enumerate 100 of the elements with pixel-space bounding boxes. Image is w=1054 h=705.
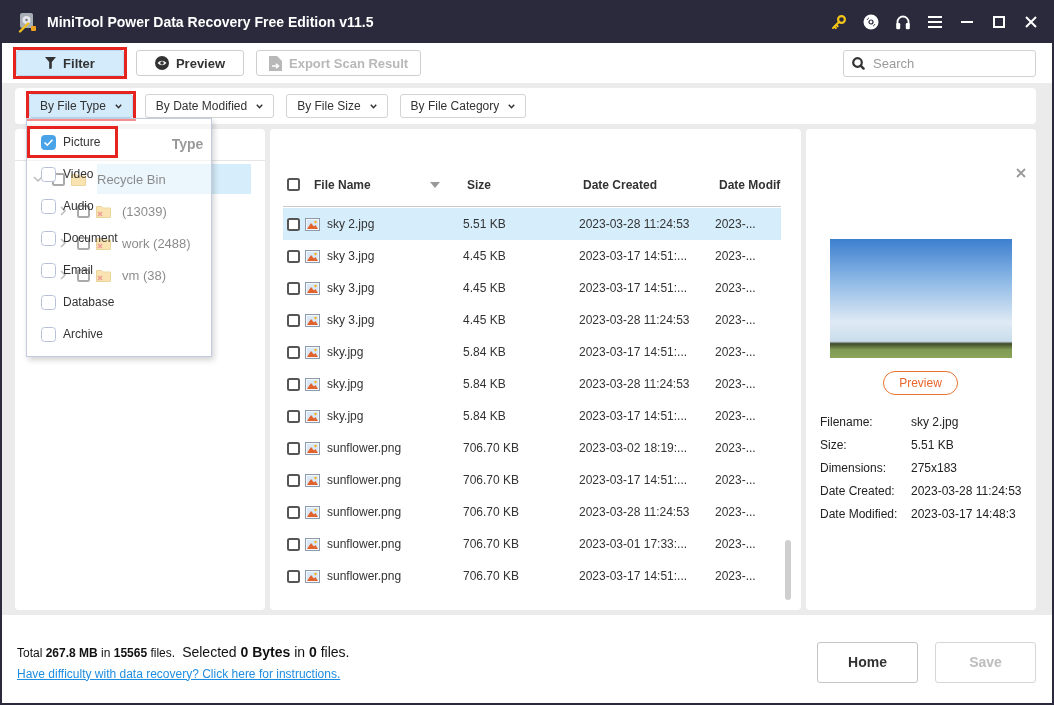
- date-created: 2023-03-28 11:24:53: [579, 217, 691, 231]
- column-header[interactable]: Size: [467, 177, 491, 192]
- date-modified: 2023-...: [715, 217, 757, 231]
- detail-value: 275x183: [911, 460, 959, 477]
- detail-value: sky 2.jpg: [911, 414, 960, 431]
- checkbox[interactable]: [287, 345, 300, 359]
- minimize-icon[interactable]: [961, 20, 973, 23]
- window-title: MiniTool Power Data Recovery Free Edition v11.5: [47, 13, 374, 30]
- image-file-icon: [305, 249, 320, 263]
- home-button[interactable]: Home: [817, 641, 918, 683]
- tree-item[interactable]: (13039): [122, 196, 251, 226]
- column-header[interactable]: File Name: [314, 177, 371, 192]
- file-type-option[interactable]: Picture: [30, 129, 101, 155]
- chevron-down-icon: [369, 103, 377, 109]
- date-created: 2023-03-28 11:24:53: [579, 377, 691, 391]
- tree-item[interactable]: work (2488): [122, 228, 251, 258]
- file-name: sky 3.jpg: [327, 281, 375, 295]
- sort-caret-icon[interactable]: [430, 181, 440, 188]
- checkbox[interactable]: [287, 537, 300, 551]
- search-field[interactable]: Search: [843, 49, 1036, 77]
- file-row[interactable]: sunflower.png 706.70 KB 2023-03-17 14:51:... 2023-...: [283, 560, 781, 592]
- column-header[interactable]: Date Modif: [719, 177, 781, 192]
- preview-button[interactable]: Preview: [136, 50, 244, 76]
- checkbox[interactable]: [287, 313, 300, 327]
- file-row[interactable]: sky.jpg 5.84 KB 2023-03-28 11:24:53 2023-...: [283, 368, 781, 400]
- filter-dropdown[interactable]: By File Type: [29, 94, 133, 118]
- file-name: sunflower.png: [327, 569, 402, 583]
- date-modified: 2023-...: [715, 313, 757, 327]
- key-icon[interactable]: [831, 13, 847, 30]
- checkbox[interactable]: [287, 441, 300, 455]
- detail-label: Filename:: [820, 414, 874, 431]
- checkbox[interactable]: [287, 569, 300, 583]
- checkbox[interactable]: [41, 262, 56, 278]
- scrollbar-thumb[interactable]: [785, 540, 791, 600]
- menu-icon[interactable]: [928, 15, 942, 28]
- image-file-icon: [305, 377, 320, 391]
- file-size: 4.45 KB: [463, 281, 507, 295]
- checkbox[interactable]: [287, 249, 300, 263]
- help-link[interactable]: Have difficulty with data recovery? Click here for instructions.: [17, 665, 341, 682]
- checkbox[interactable]: [287, 505, 300, 519]
- detail-label: Dimensions:: [820, 460, 888, 477]
- file-type-option[interactable]: Audio: [30, 193, 94, 219]
- filter-dropdown[interactable]: By Date Modified: [144, 94, 275, 118]
- headphones-icon[interactable]: [895, 13, 911, 30]
- total-summary: Total 267.8 MB in 15565 files.: [17, 644, 176, 662]
- file-row[interactable]: sky 3.jpg 4.45 KB 2023-03-17 14:51:... 2023-...: [283, 272, 781, 304]
- checkbox[interactable]: [41, 326, 56, 342]
- date-created: 2023-03-17 14:51:...: [579, 281, 689, 295]
- file-name: sky 2.jpg: [327, 217, 375, 231]
- checkbox[interactable]: [287, 409, 300, 423]
- tree-item[interactable]: vm (38): [122, 260, 251, 290]
- date-created: 2023-03-17 14:51:...: [579, 473, 689, 487]
- checkbox[interactable]: [287, 377, 300, 391]
- checkbox[interactable]: [41, 230, 56, 246]
- file-row[interactable]: sunflower.png 706.70 KB 2023-03-28 11:24:53 2023-...: [283, 496, 781, 528]
- date-modified: 2023-...: [715, 537, 757, 551]
- filter-button[interactable]: Filter: [16, 50, 124, 76]
- file-type-option[interactable]: Document: [30, 225, 118, 251]
- checkbox[interactable]: [287, 281, 300, 295]
- image-file-icon: [305, 281, 320, 295]
- file-size: 5.84 KB: [463, 345, 507, 359]
- disc-icon[interactable]: [863, 13, 879, 30]
- file-size: 5.84 KB: [463, 377, 507, 391]
- checkbox[interactable]: [41, 134, 56, 150]
- date-created: 2023-03-28 11:24:53: [579, 505, 691, 519]
- date-modified: 2023-...: [715, 377, 757, 391]
- maximize-icon[interactable]: [993, 15, 1005, 28]
- image-file-icon: [305, 409, 320, 423]
- chevron-down-icon: [256, 103, 264, 109]
- eye-icon: [154, 56, 169, 70]
- file-row[interactable]: sky.jpg 5.84 KB 2023-03-17 14:51:... 2023-...: [283, 336, 781, 368]
- file-row[interactable]: sky 2.jpg 5.51 KB 2023-03-28 11:24:53 2023-...: [283, 208, 781, 240]
- date-created: 2023-03-02 18:19:...: [579, 441, 689, 455]
- file-type-option[interactable]: Video: [30, 161, 94, 187]
- detail-value: 2023-03-17 14:48:3: [911, 506, 1017, 523]
- file-row[interactable]: sunflower.png 706.70 KB 2023-03-01 17:33:... 2023-...: [283, 528, 781, 560]
- filter-dropdown[interactable]: By File Size: [286, 94, 388, 118]
- file-name: sky 3.jpg: [327, 249, 375, 263]
- checkbox[interactable]: [287, 473, 300, 487]
- date-modified: 2023-...: [715, 249, 757, 263]
- checkbox[interactable]: [41, 166, 56, 182]
- date-modified: 2023-...: [715, 441, 757, 455]
- file-name: sky.jpg: [327, 409, 364, 423]
- file-type-option[interactable]: Database: [30, 289, 115, 315]
- date-created: 2023-03-28 11:24:53: [579, 313, 691, 327]
- app-logo-icon: [17, 10, 37, 33]
- detail-label: Date Modified:: [820, 506, 899, 523]
- column-header[interactable]: Date Created: [583, 177, 658, 192]
- file-row[interactable]: sunflower.png 706.70 KB 2023-03-02 18:19:... 2023-...: [283, 432, 781, 464]
- checkbox[interactable]: [287, 217, 300, 231]
- filter-dropdown[interactable]: By File Category: [399, 94, 527, 118]
- file-row[interactable]: sky.jpg 5.84 KB 2023-03-17 14:51:... 2023-...: [283, 400, 781, 432]
- file-row[interactable]: sky 3.jpg 4.45 KB 2023-03-28 11:24:53 2023-...: [283, 304, 781, 336]
- checkbox[interactable]: [41, 294, 56, 310]
- checkbox[interactable]: [41, 198, 56, 214]
- file-type-option[interactable]: Archive: [30, 321, 103, 347]
- file-row[interactable]: sky 3.jpg 4.45 KB 2023-03-17 14:51:... 2023-...: [283, 240, 781, 272]
- checkbox[interactable]: [287, 178, 300, 191]
- file-type-option[interactable]: Email: [30, 257, 93, 283]
- file-row[interactable]: sunflower.png 706.70 KB 2023-03-17 14:51:... 2023-...: [283, 464, 781, 496]
